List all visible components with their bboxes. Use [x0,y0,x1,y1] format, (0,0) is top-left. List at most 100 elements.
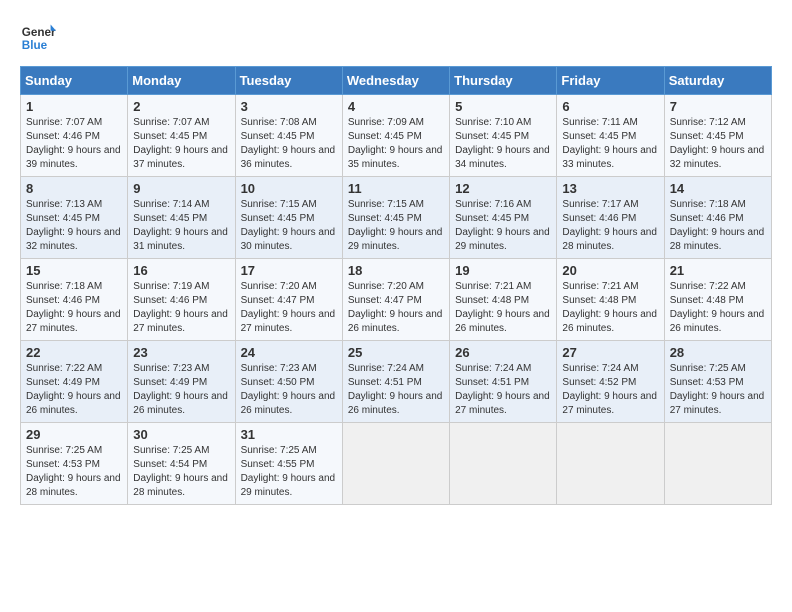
calendar-cell: 6 Sunrise: 7:11 AMSunset: 4:45 PMDayligh… [557,95,664,177]
calendar-week-4: 22 Sunrise: 7:22 AMSunset: 4:49 PMDaylig… [21,341,772,423]
col-header-wednesday: Wednesday [342,67,449,95]
day-number: 7 [670,99,766,114]
calendar-week-3: 15 Sunrise: 7:18 AMSunset: 4:46 PMDaylig… [21,259,772,341]
day-number: 13 [562,181,658,196]
day-number: 20 [562,263,658,278]
day-info: Sunrise: 7:15 AMSunset: 4:45 PMDaylight:… [348,199,443,252]
calendar-cell: 19 Sunrise: 7:21 AMSunset: 4:48 PMDaylig… [450,259,557,341]
day-info: Sunrise: 7:18 AMSunset: 4:46 PMDaylight:… [26,281,121,334]
day-info: Sunrise: 7:13 AMSunset: 4:45 PMDaylight:… [26,199,121,252]
calendar-cell: 18 Sunrise: 7:20 AMSunset: 4:47 PMDaylig… [342,259,449,341]
calendar-cell: 23 Sunrise: 7:23 AMSunset: 4:49 PMDaylig… [128,341,235,423]
day-number: 24 [241,345,337,360]
day-info: Sunrise: 7:14 AMSunset: 4:45 PMDaylight:… [133,199,228,252]
calendar-cell: 12 Sunrise: 7:16 AMSunset: 4:45 PMDaylig… [450,177,557,259]
day-info: Sunrise: 7:25 AMSunset: 4:54 PMDaylight:… [133,445,228,498]
day-number: 5 [455,99,551,114]
col-header-monday: Monday [128,67,235,95]
day-number: 19 [455,263,551,278]
col-header-friday: Friday [557,67,664,95]
day-info: Sunrise: 7:11 AMSunset: 4:45 PMDaylight:… [562,117,657,170]
day-info: Sunrise: 7:25 AMSunset: 4:53 PMDaylight:… [26,445,121,498]
day-info: Sunrise: 7:22 AMSunset: 4:49 PMDaylight:… [26,363,121,416]
day-number: 17 [241,263,337,278]
svg-text:Blue: Blue [22,39,48,52]
day-info: Sunrise: 7:22 AMSunset: 4:48 PMDaylight:… [670,281,765,334]
calendar-cell: 25 Sunrise: 7:24 AMSunset: 4:51 PMDaylig… [342,341,449,423]
day-number: 22 [26,345,122,360]
day-number: 28 [670,345,766,360]
calendar-cell: 5 Sunrise: 7:10 AMSunset: 4:45 PMDayligh… [450,95,557,177]
calendar-cell [557,423,664,505]
calendar-cell [664,423,771,505]
calendar-cell [450,423,557,505]
calendar-week-1: 1 Sunrise: 7:07 AMSunset: 4:46 PMDayligh… [21,95,772,177]
day-number: 29 [26,427,122,442]
day-info: Sunrise: 7:24 AMSunset: 4:51 PMDaylight:… [348,363,443,416]
calendar-cell: 17 Sunrise: 7:20 AMSunset: 4:47 PMDaylig… [235,259,342,341]
day-number: 10 [241,181,337,196]
day-info: Sunrise: 7:07 AMSunset: 4:45 PMDaylight:… [133,117,228,170]
day-info: Sunrise: 7:25 AMSunset: 4:55 PMDaylight:… [241,445,336,498]
calendar-cell: 24 Sunrise: 7:23 AMSunset: 4:50 PMDaylig… [235,341,342,423]
calendar-cell: 20 Sunrise: 7:21 AMSunset: 4:48 PMDaylig… [557,259,664,341]
calendar-cell [342,423,449,505]
day-number: 25 [348,345,444,360]
day-info: Sunrise: 7:15 AMSunset: 4:45 PMDaylight:… [241,199,336,252]
calendar-cell: 13 Sunrise: 7:17 AMSunset: 4:46 PMDaylig… [557,177,664,259]
day-info: Sunrise: 7:19 AMSunset: 4:46 PMDaylight:… [133,281,228,334]
calendar-cell: 26 Sunrise: 7:24 AMSunset: 4:51 PMDaylig… [450,341,557,423]
day-info: Sunrise: 7:12 AMSunset: 4:45 PMDaylight:… [670,117,765,170]
day-number: 8 [26,181,122,196]
day-info: Sunrise: 7:23 AMSunset: 4:49 PMDaylight:… [133,363,228,416]
calendar-cell: 11 Sunrise: 7:15 AMSunset: 4:45 PMDaylig… [342,177,449,259]
day-number: 1 [26,99,122,114]
day-number: 15 [26,263,122,278]
logo: General Blue [20,20,56,56]
col-header-tuesday: Tuesday [235,67,342,95]
day-number: 12 [455,181,551,196]
col-header-saturday: Saturday [664,67,771,95]
calendar-cell: 22 Sunrise: 7:22 AMSunset: 4:49 PMDaylig… [21,341,128,423]
day-info: Sunrise: 7:16 AMSunset: 4:45 PMDaylight:… [455,199,550,252]
day-info: Sunrise: 7:17 AMSunset: 4:46 PMDaylight:… [562,199,657,252]
day-info: Sunrise: 7:08 AMSunset: 4:45 PMDaylight:… [241,117,336,170]
calendar-cell: 9 Sunrise: 7:14 AMSunset: 4:45 PMDayligh… [128,177,235,259]
day-number: 27 [562,345,658,360]
calendar-cell: 29 Sunrise: 7:25 AMSunset: 4:53 PMDaylig… [21,423,128,505]
day-info: Sunrise: 7:18 AMSunset: 4:46 PMDaylight:… [670,199,765,252]
calendar-cell: 30 Sunrise: 7:25 AMSunset: 4:54 PMDaylig… [128,423,235,505]
day-info: Sunrise: 7:21 AMSunset: 4:48 PMDaylight:… [562,281,657,334]
calendar-table: SundayMondayTuesdayWednesdayThursdayFrid… [20,66,772,505]
calendar-cell: 28 Sunrise: 7:25 AMSunset: 4:53 PMDaylig… [664,341,771,423]
day-number: 11 [348,181,444,196]
day-number: 9 [133,181,229,196]
day-number: 26 [455,345,551,360]
day-number: 16 [133,263,229,278]
day-number: 2 [133,99,229,114]
calendar-cell: 8 Sunrise: 7:13 AMSunset: 4:45 PMDayligh… [21,177,128,259]
day-number: 4 [348,99,444,114]
calendar-cell: 3 Sunrise: 7:08 AMSunset: 4:45 PMDayligh… [235,95,342,177]
day-number: 21 [670,263,766,278]
calendar-cell: 2 Sunrise: 7:07 AMSunset: 4:45 PMDayligh… [128,95,235,177]
calendar-cell: 16 Sunrise: 7:19 AMSunset: 4:46 PMDaylig… [128,259,235,341]
day-info: Sunrise: 7:07 AMSunset: 4:46 PMDaylight:… [26,117,121,170]
calendar-week-5: 29 Sunrise: 7:25 AMSunset: 4:53 PMDaylig… [21,423,772,505]
day-info: Sunrise: 7:10 AMSunset: 4:45 PMDaylight:… [455,117,550,170]
day-number: 31 [241,427,337,442]
day-number: 3 [241,99,337,114]
day-number: 18 [348,263,444,278]
day-info: Sunrise: 7:23 AMSunset: 4:50 PMDaylight:… [241,363,336,416]
calendar-cell: 27 Sunrise: 7:24 AMSunset: 4:52 PMDaylig… [557,341,664,423]
day-number: 30 [133,427,229,442]
day-info: Sunrise: 7:24 AMSunset: 4:52 PMDaylight:… [562,363,657,416]
calendar-cell: 4 Sunrise: 7:09 AMSunset: 4:45 PMDayligh… [342,95,449,177]
day-number: 14 [670,181,766,196]
day-info: Sunrise: 7:20 AMSunset: 4:47 PMDaylight:… [241,281,336,334]
col-header-sunday: Sunday [21,67,128,95]
day-info: Sunrise: 7:20 AMSunset: 4:47 PMDaylight:… [348,281,443,334]
day-number: 6 [562,99,658,114]
calendar-week-2: 8 Sunrise: 7:13 AMSunset: 4:45 PMDayligh… [21,177,772,259]
page-header: General Blue [20,20,772,56]
